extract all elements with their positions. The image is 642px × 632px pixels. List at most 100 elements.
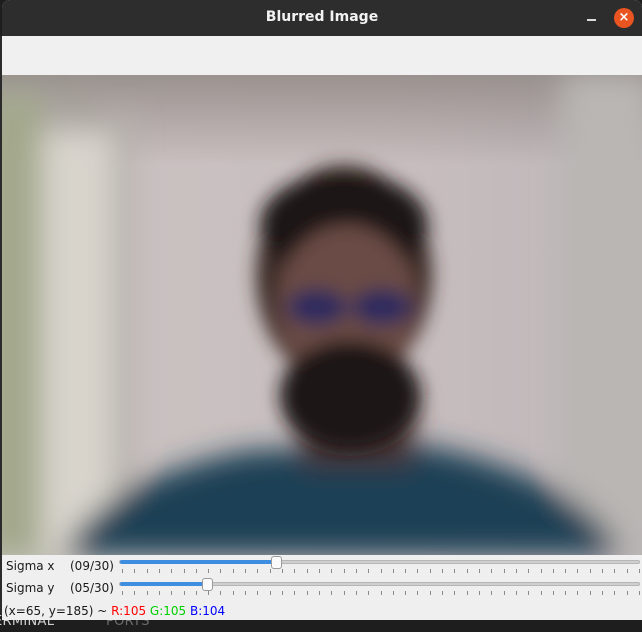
slider-tick [368,591,369,595]
slider-tick [541,591,542,595]
trackbar-value: (05/30) [70,581,114,595]
toolbar-area [2,36,642,75]
slider-tick [393,591,394,595]
slider-tick [627,591,628,595]
slider-tick [602,591,603,595]
slider-tick [307,591,308,595]
slider-tick [294,569,295,573]
slider-ticks [122,591,640,596]
slider-tick [417,591,418,595]
slider-tick [516,569,517,573]
slider-tick [356,591,357,595]
trackbar-label: Sigma y [6,581,55,595]
slider-tick [171,569,172,573]
slider-tick [134,569,135,573]
slider-handle[interactable] [202,578,213,591]
slider-tick [159,569,160,573]
slider-tick [442,591,443,595]
slider-tick [196,569,197,573]
slider-tick [171,591,172,595]
slider-handle[interactable] [271,556,282,569]
close-icon[interactable]: × [614,8,634,28]
slider-tick [614,591,615,595]
slider-tick [122,569,123,573]
pixel-info: (x=65, y=185) ~ R:105 G:105 B:104 [4,604,225,618]
slider-tick [159,591,160,595]
blurred-image-view[interactable] [2,75,642,555]
slider-tick [331,569,332,573]
trackbar-sigma-x[interactable]: Sigma x (09/30) [2,556,642,578]
slider-tick [147,591,148,595]
slider-tick [405,569,406,573]
slider-tick [528,569,529,573]
slider-tick [430,591,431,595]
window-title: Blurred Image [265,9,379,25]
status-bar: (x=65, y=185) ~ R:105 G:105 B:104 [2,601,642,620]
slider-tick [184,569,185,573]
slider-tick [516,591,517,595]
slider-tick [282,591,283,595]
slider-tick [590,591,591,595]
slider-tick [196,591,197,595]
pixel-coordinates: (x=65, y=185) ~ [4,604,112,618]
slider-tick [245,591,246,595]
slider-tick [454,591,455,595]
slider-tick [122,591,123,595]
slider-tick [331,591,332,595]
slider-tick [319,591,320,595]
slider-tick [233,569,234,573]
title-bar[interactable]: Blurred Image × [2,0,642,36]
minimize-icon[interactable] [582,8,602,28]
trackbar-label: Sigma x [6,559,55,573]
slider-tick [541,569,542,573]
blurred-image-window: Blurred Image × Sigma x (09/30) Sigma y … [2,0,642,620]
slider-tick [270,591,271,595]
pixel-blue-value: B:104 [190,604,226,618]
slider-tick [442,569,443,573]
slider-groove[interactable] [119,556,640,569]
slider-tick [257,569,258,573]
slider-tick [405,591,406,595]
slider-tick [565,569,566,573]
slider-tick [553,591,554,595]
slider-fill [120,560,276,564]
blurred-webcam-image [2,75,642,555]
slider-tick [147,569,148,573]
slider-tick [417,569,418,573]
slider-tick [430,569,431,573]
slider-groove[interactable] [119,578,640,591]
slider-tick [393,569,394,573]
slider-tick [504,569,505,573]
slider-tick [577,569,578,573]
slider-tick [504,591,505,595]
slider-tick [491,569,492,573]
slider-tick [627,569,628,573]
slider-tick [356,569,357,573]
slider-tick [479,569,480,573]
slider-tick [590,569,591,573]
slider-tick [639,569,640,573]
slider-tick [220,569,221,573]
slider-tick [454,569,455,573]
slider-tick [257,591,258,595]
slider-tick [467,569,468,573]
trackbar-sigma-y[interactable]: Sigma y (05/30) [2,578,642,600]
pixel-green-value: G:105 [149,604,187,618]
slider-tick [208,591,209,595]
slider-tick [294,591,295,595]
slider-fill [120,582,207,586]
slider-tick [565,591,566,595]
slider-tick [381,569,382,573]
slider-tick [381,591,382,595]
slider-tick [319,569,320,573]
slider-tick [368,569,369,573]
slider-tick [602,569,603,573]
slider-tick [491,591,492,595]
slider-tick [134,591,135,595]
slider-tick [282,569,283,573]
slider-tick [245,569,246,573]
slider-tick [270,569,271,573]
slider-tick [307,569,308,573]
trackbar-value: (09/30) [70,559,114,573]
slider-tick [614,569,615,573]
